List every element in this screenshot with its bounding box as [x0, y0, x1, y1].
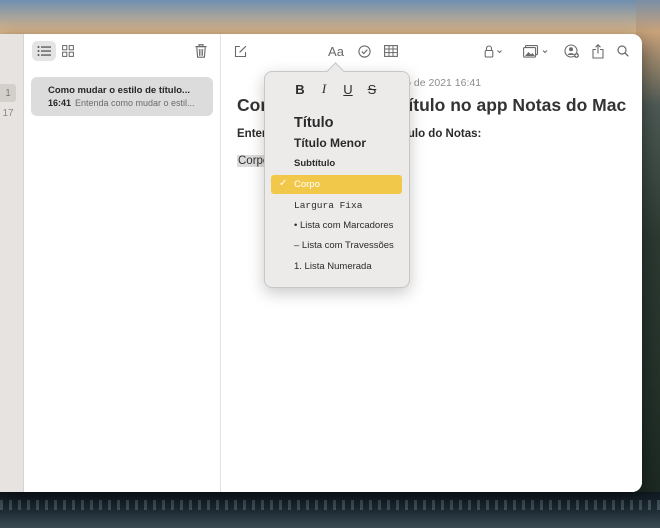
note-heading: Enter título do Notas: [237, 128, 481, 140]
strikethrough-button[interactable]: S [364, 80, 380, 98]
trash-icon [195, 44, 207, 58]
note-item-title: Como mudar o estilo de título... [48, 85, 190, 96]
compose-icon [234, 45, 246, 57]
gallery-view-button[interactable] [56, 41, 80, 61]
format-popover: B I U S Título Título Menor Subtítulo ✓ … [264, 71, 410, 288]
format-button[interactable]: Aa [325, 41, 347, 61]
collaborate-button[interactable] [563, 41, 579, 61]
note-title-right: e título no app Notas do Mac [388, 95, 627, 115]
checklist-button[interactable] [356, 41, 372, 61]
note-item-time: 16:41 [48, 98, 72, 108]
collaborate-icon [563, 44, 579, 58]
note-list: Como mudar o estilo de título... 16:41 E… [24, 34, 221, 492]
style-heading[interactable]: Título Menor [294, 136, 366, 150]
italic-button[interactable]: I [316, 80, 332, 98]
table-icon [384, 45, 398, 57]
note-heading-left: Enter [237, 128, 267, 140]
folders-sidebar: 1 17 [0, 34, 24, 492]
style-dashed-list[interactable]: – Lista com Travessões [294, 240, 394, 251]
table-button[interactable] [383, 41, 399, 61]
folder-count[interactable]: 17 [0, 104, 16, 122]
note-list-item[interactable]: Como mudar o estilo de título... 16:41 E… [31, 77, 213, 116]
checklist-icon [357, 44, 371, 58]
underline-button[interactable]: U [340, 80, 356, 98]
lock-button[interactable] [482, 41, 506, 61]
list-view-icon [37, 46, 51, 56]
delete-note-button[interactable] [189, 41, 213, 61]
style-monospaced[interactable]: Largura Fixa [294, 200, 362, 211]
desktop-wallpaper-bottom [0, 492, 660, 528]
search-icon [617, 45, 629, 57]
style-subheading[interactable]: Subtítulo [294, 158, 335, 169]
bold-button[interactable]: B [292, 80, 308, 98]
gallery-view-icon [62, 45, 74, 57]
style-body-selected[interactable] [271, 175, 402, 194]
note-item-snippet: Entenda como mudar o estil... [75, 98, 195, 108]
style-title[interactable]: Título [294, 115, 333, 131]
style-body[interactable]: Corpo [294, 179, 320, 190]
compose-button[interactable] [232, 41, 248, 61]
style-bulleted-list[interactable]: • Lista com Marcadores [294, 220, 393, 231]
list-toolbar [24, 34, 220, 68]
lock-icon [484, 44, 502, 58]
media-icon [523, 44, 548, 58]
share-button[interactable] [590, 41, 606, 61]
search-button[interactable] [615, 41, 631, 61]
media-button[interactable] [522, 41, 552, 61]
share-icon [592, 43, 604, 59]
list-view-button[interactable] [32, 41, 56, 61]
checkmark-icon: ✓ [279, 178, 288, 189]
style-numbered-list[interactable]: 1. Lista Numerada [294, 261, 372, 272]
folder-count-selected[interactable]: 1 [0, 84, 16, 102]
